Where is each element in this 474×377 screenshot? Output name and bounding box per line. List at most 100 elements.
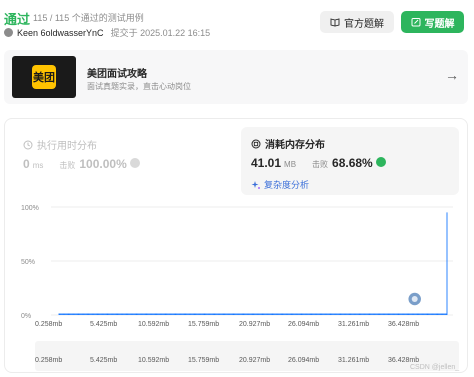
chart-bar[interactable] [140, 313, 142, 316]
chart-bar[interactable] [143, 313, 145, 316]
chart-bar[interactable] [167, 313, 169, 316]
chart-bar[interactable] [131, 313, 132, 316]
chart-bar[interactable] [435, 313, 437, 316]
chart-bar[interactable] [62, 313, 64, 316]
chart-bar[interactable] [311, 313, 313, 316]
chart-bar[interactable] [242, 313, 244, 316]
chart-bar[interactable] [60, 313, 62, 316]
chart-bar[interactable] [218, 313, 220, 316]
chart-bar[interactable] [255, 313, 257, 316]
chart-bar[interactable] [323, 313, 325, 316]
chart-bar[interactable] [100, 313, 102, 316]
chart-bar[interactable] [180, 313, 181, 316]
chart-bar[interactable] [106, 313, 108, 316]
chart-bar[interactable] [63, 313, 64, 316]
chart-bar[interactable] [338, 313, 340, 316]
chart-bar[interactable] [134, 313, 136, 316]
chart-bar[interactable] [158, 313, 160, 316]
chart-bar[interactable] [418, 313, 420, 316]
chart-bar[interactable] [199, 313, 200, 316]
chart-bar[interactable] [373, 313, 375, 316]
chart-bar[interactable] [302, 313, 304, 316]
chart-bar[interactable] [223, 313, 225, 316]
chart-bar[interactable] [273, 313, 275, 316]
chart-bar[interactable] [441, 313, 443, 316]
chart-bar[interactable] [332, 313, 334, 316]
chart-bar[interactable] [210, 313, 212, 316]
write-solution-button[interactable]: 写题解 [401, 11, 464, 33]
chart-bar[interactable] [177, 313, 179, 316]
chart-bar[interactable] [422, 313, 423, 316]
chart-bar[interactable] [368, 313, 370, 316]
chart-bar[interactable] [238, 313, 240, 316]
chart-bar[interactable] [375, 313, 377, 316]
chart-bar[interactable] [337, 313, 339, 316]
chart-bar[interactable] [162, 313, 164, 316]
chart-bar[interactable] [201, 313, 203, 316]
chart-bar[interactable] [327, 313, 329, 316]
chart-bar[interactable] [353, 313, 355, 316]
chart-bar[interactable] [295, 313, 297, 316]
chart-bar[interactable] [232, 313, 234, 316]
chart-bar[interactable] [436, 313, 438, 316]
chart-bar[interactable] [318, 313, 320, 316]
chart-bar[interactable] [367, 313, 369, 316]
chart-bar[interactable] [189, 313, 190, 316]
chart-bar[interactable] [374, 313, 375, 316]
chart-bar[interactable] [402, 313, 404, 316]
chart-bar[interactable] [235, 313, 237, 316]
chart-bar[interactable] [312, 313, 314, 316]
chart-bar[interactable] [219, 313, 220, 316]
chart-bar[interactable] [335, 313, 336, 316]
chart-bar[interactable] [415, 313, 417, 316]
chart-bar[interactable] [299, 313, 301, 316]
chart-bar[interactable] [322, 313, 324, 316]
chart-bar[interactable] [195, 313, 197, 316]
chart-bar[interactable] [315, 313, 317, 316]
chart-bar[interactable] [154, 313, 156, 316]
chart-bar[interactable] [234, 313, 236, 316]
chart-bar[interactable] [409, 313, 411, 316]
chart-bar[interactable] [420, 313, 422, 316]
chart-bar[interactable] [150, 313, 152, 316]
chart-bar[interactable] [124, 313, 126, 316]
chart-bar[interactable] [92, 313, 94, 316]
chart-bar[interactable] [111, 313, 113, 316]
chart-bar[interactable] [206, 313, 208, 316]
chart-bar[interactable] [346, 313, 348, 316]
chart-bar[interactable] [73, 313, 75, 316]
chart-bar[interactable] [385, 313, 387, 316]
avatar[interactable] [4, 28, 13, 37]
chart-bar[interactable] [257, 313, 259, 316]
chart-bar[interactable] [82, 313, 84, 316]
chart-bar[interactable] [371, 313, 373, 316]
chart-bar[interactable] [170, 313, 171, 316]
chart-bar[interactable] [442, 313, 443, 316]
chart-bar[interactable] [336, 313, 338, 316]
chart-bar[interactable] [112, 313, 114, 316]
chart-bar[interactable] [99, 313, 101, 316]
chart-bar[interactable] [248, 313, 249, 316]
chart-bar[interactable] [340, 313, 342, 316]
chart-bar[interactable] [347, 313, 349, 316]
chart-bar[interactable] [251, 313, 253, 316]
chart-bar[interactable] [343, 313, 345, 316]
chart-bar[interactable] [279, 313, 281, 316]
chart-bar[interactable] [121, 313, 123, 316]
chart-bar[interactable] [416, 313, 418, 316]
chart-bar[interactable] [366, 313, 368, 316]
chart-bar[interactable] [86, 313, 88, 316]
chart-bar[interactable] [169, 313, 171, 316]
chart-bar[interactable] [146, 313, 148, 316]
chart-bar[interactable] [308, 313, 310, 316]
chart-bar[interactable] [307, 313, 309, 316]
chart-bar[interactable] [239, 313, 241, 316]
chart-bar[interactable] [117, 313, 119, 316]
chart-bar[interactable] [257, 313, 258, 316]
chart-bar[interactable] [126, 313, 128, 316]
chart-bar[interactable] [213, 313, 215, 316]
chart-bar[interactable] [190, 313, 192, 316]
chart-bar[interactable] [428, 313, 430, 316]
chart-bar[interactable] [119, 313, 121, 316]
chart-bar[interactable] [275, 313, 277, 316]
